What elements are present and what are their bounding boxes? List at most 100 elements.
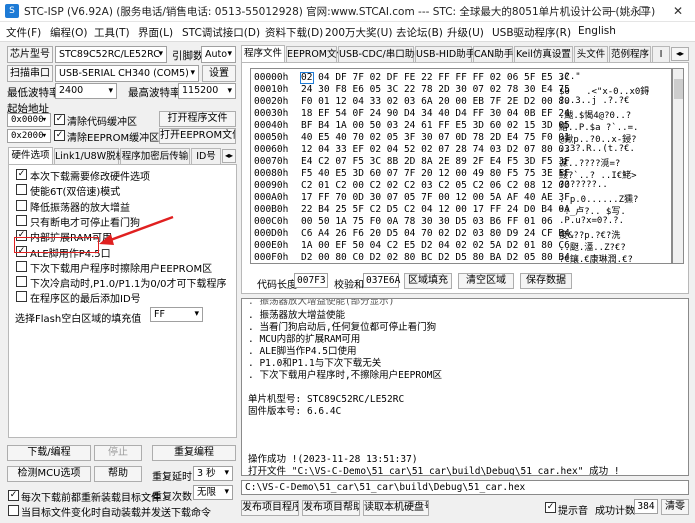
auto-send-label: 当目标文件变化时自动装载并发送下载命令	[21, 508, 211, 519]
eeprom-address-input[interactable]: 0x2000	[7, 129, 51, 143]
tab-link1-offline[interactable]: Link1/U8W脱机	[54, 148, 125, 165]
hex-cursor	[300, 72, 314, 84]
stop-button[interactable]: 停止	[94, 445, 142, 461]
tab-more[interactable]: I	[652, 46, 670, 63]
open-eeprom-file-button[interactable]: 打开EEPROM文件	[159, 128, 236, 144]
code-length-label: 代码长度	[257, 280, 297, 291]
publish-help-button[interactable]: 发布项目帮助	[302, 500, 360, 516]
menu-forum[interactable]: 去论坛(B)	[396, 25, 443, 40]
highlight-arrow	[99, 215, 174, 245]
tab-header-file[interactable]: 头文件	[574, 46, 608, 63]
checksum-value: 037E6A	[363, 273, 400, 288]
option-label: 下次下载用户程序时擦除用户EEPROM区	[30, 264, 213, 275]
option-checkbox[interactable]	[16, 261, 27, 272]
min-baud-label: 最低波特率	[7, 87, 60, 99]
option-checkbox[interactable]	[16, 215, 27, 226]
option-checkbox[interactable]	[16, 276, 27, 287]
chip-model-select[interactable]: STC89C52RC/LE52RC	[55, 46, 167, 63]
save-data-button[interactable]: 保存数据	[520, 273, 572, 289]
help-button[interactable]: 帮助	[94, 466, 142, 482]
tab-hardware-options[interactable]: 硬件选项	[8, 147, 53, 165]
tab-keil-settings[interactable]: Keil仿真设置	[514, 46, 573, 63]
menu-award[interactable]: 200万大奖(U)	[325, 25, 392, 40]
option-checkbox[interactable]	[16, 291, 27, 302]
menu-debug[interactable]: STC调试接口(D)	[182, 25, 260, 40]
chip-model-button[interactable]: 芯片型号	[7, 46, 53, 63]
settings-button[interactable]: 设置	[202, 65, 236, 82]
option-label: 使能6T(双倍速)模式	[30, 187, 121, 198]
minimize-icon[interactable]: —	[593, 0, 627, 22]
menu-tools[interactable]: 工具(T)	[94, 25, 130, 40]
reload-before-download-label: 每次下载前都重新装载目标文件	[21, 493, 161, 504]
port-select[interactable]: USB-SERIAL CH340 (COM5)	[55, 65, 199, 82]
menu-program[interactable]: 编程(O)	[50, 25, 87, 40]
repeat-count-label: 重复次数	[152, 492, 192, 503]
code-address-input[interactable]: 0x0000	[7, 113, 51, 127]
maximize-icon[interactable]: ☐	[627, 0, 661, 22]
tab-can[interactable]: CAN助手	[473, 46, 513, 63]
pins-select[interactable]: Auto	[201, 46, 236, 63]
hex-view[interactable]: 00000h 02 04 DF 7F 02 DF FE 22 FF FF FF 0…	[250, 68, 672, 264]
min-baud-select[interactable]: 2400	[55, 83, 117, 99]
menu-interface[interactable]: 界面(L)	[138, 25, 173, 40]
log-line: . 下次下载用户程序时,不擦除用户EEPROM区	[248, 370, 442, 381]
clear-eeprom-label: 清除EEPROM缓冲区	[67, 133, 160, 144]
check-mcu-button[interactable]: 检测MCU选项	[7, 466, 91, 482]
checksum-label: 校验和	[334, 280, 364, 291]
tab-usb-cdc-serial[interactable]: USB-CDC/串口助手	[338, 46, 424, 63]
option-label: 在程序区的最后添加ID号	[30, 294, 141, 305]
repeat-delay-select[interactable]: 3 秒	[193, 466, 233, 481]
pins-label: 引脚数	[172, 50, 204, 62]
reload-before-download-checkbox[interactable]: ✓	[8, 490, 19, 501]
menu-upgrade[interactable]: 升级(U)	[447, 25, 484, 40]
repeat-count-select[interactable]: 无限	[193, 485, 233, 500]
repeat-program-button[interactable]: 重复编程	[152, 445, 236, 461]
file-path-field[interactable]: C:\VS-C-Demo\51_car\51_car\build\Debug\5…	[241, 480, 689, 495]
log-line: 打开文件 "C:\VS-C-Demo\51_car\51_car\build\D…	[248, 466, 620, 476]
title-bar: S STC-ISP (V6.92A) (服务电话/销售电话: 0513-5501…	[0, 0, 695, 22]
menu-usb-driver[interactable]: USB驱动程序(R)	[492, 25, 571, 40]
highlight-box	[14, 237, 99, 253]
hex-scrollbar[interactable]	[672, 68, 684, 264]
option-checkbox[interactable]	[16, 200, 27, 211]
clear-code-checkbox[interactable]: ✓	[54, 114, 65, 125]
read-disk-serial-button[interactable]: 读取本机硬盘号	[363, 500, 429, 516]
log-line: 固件版本号: 6.6.4C	[248, 406, 342, 417]
option-checkbox[interactable]	[16, 184, 27, 195]
clear-eeprom-checkbox[interactable]: ✓	[54, 130, 65, 141]
auto-send-checkbox[interactable]	[8, 505, 19, 516]
tab-scroll-arrows[interactable]: ◂▸	[222, 149, 236, 163]
log-output[interactable]: . 振荡器放大增益使能(部分显示). 振荡器放大增益使能. 当看门狗启动后,任何…	[241, 298, 689, 476]
scan-port-button[interactable]: 扫描串口	[7, 65, 53, 82]
tab-encrypt-transfer[interactable]: 程序加密后传输	[120, 148, 190, 165]
tab-id-number[interactable]: ID号	[191, 148, 221, 165]
open-program-file-button[interactable]: 打开程序文件	[159, 111, 236, 127]
option-label: 本次下载需要修改硬件选项	[30, 172, 150, 183]
clear-code-label: 清除代码缓冲区	[67, 117, 137, 128]
option-checkbox[interactable]: ✓	[16, 169, 27, 180]
log-line-partial: . 振荡器放大增益使能(部分显示)	[248, 298, 395, 307]
clear-area-button[interactable]: 清空区域	[458, 273, 514, 289]
menu-english[interactable]: English	[578, 25, 616, 37]
fill-area-button[interactable]: 区域填充	[404, 273, 452, 289]
flash-fill-select[interactable]: FF	[150, 307, 203, 322]
hex-address: 000F0h	[254, 252, 289, 263]
tab-examples[interactable]: 范例程序	[609, 46, 651, 63]
flash-fill-label: 选择Flash空白区域的填充值	[15, 314, 142, 325]
app-icon: S	[5, 4, 19, 18]
tab-program-file[interactable]: 程序文件	[241, 45, 285, 63]
prompt-sound-checkbox[interactable]: ✓	[545, 502, 556, 513]
option-label: 下次冷启动时,P1.0/P1.1为0/0才可下载程序	[30, 279, 227, 290]
window-title: STC-ISP (V6.92A) (服务电话/销售电话: 0513-550129…	[24, 6, 656, 18]
close-icon[interactable]: ✕	[661, 0, 695, 22]
clear-count-button[interactable]: 清零	[661, 499, 689, 515]
max-baud-select[interactable]: 115200	[178, 83, 236, 99]
menu-file[interactable]: 文件(F)	[6, 25, 41, 40]
download-program-button[interactable]: 下载/编程	[7, 445, 91, 461]
right-tab-scroll-arrows[interactable]: ◂▸	[671, 47, 689, 61]
tab-usb-hid[interactable]: USB-HID助手	[415, 46, 475, 63]
tab-eeprom-file[interactable]: EEPROM文件	[286, 46, 346, 63]
menu-downloads[interactable]: 资料下载(D)	[265, 25, 323, 40]
max-baud-label: 最高波特率	[128, 87, 181, 99]
publish-project-button[interactable]: 发布项目程序	[241, 500, 299, 516]
